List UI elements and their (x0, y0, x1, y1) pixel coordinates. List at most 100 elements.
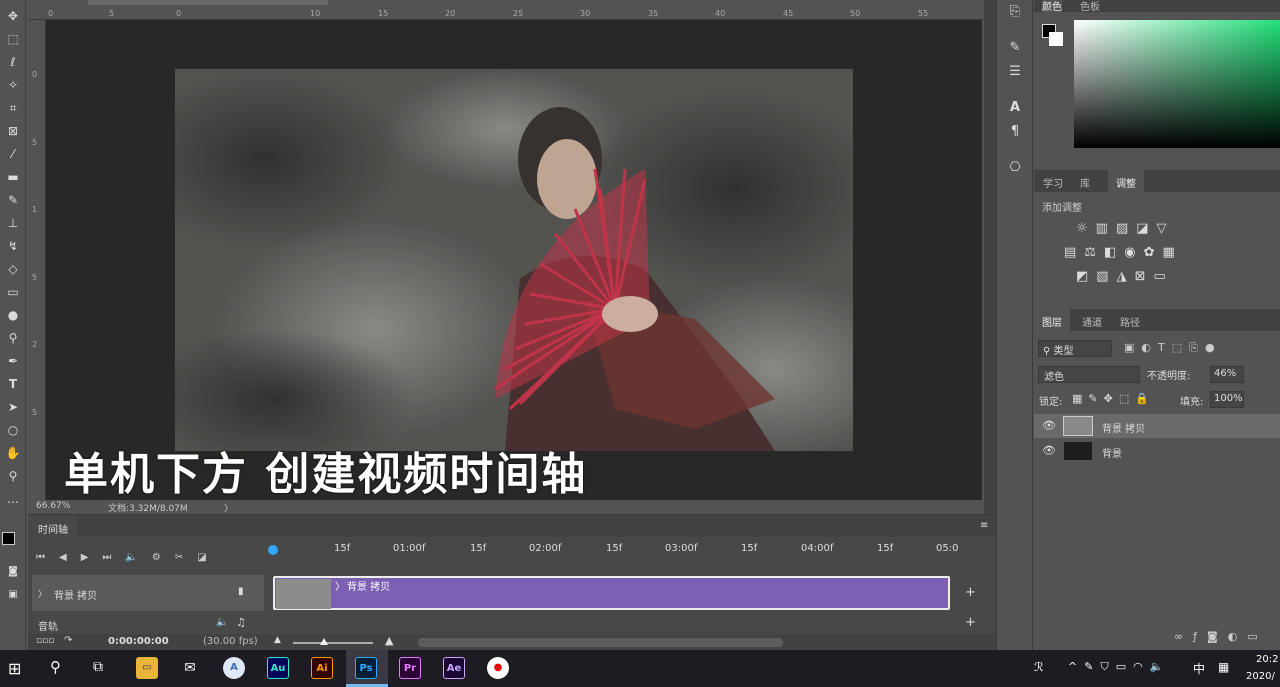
brush-settings-icon[interactable]: ✎ (1005, 40, 1025, 60)
ellipse-tool-icon[interactable]: ○ (3, 420, 23, 440)
magic-wand-tool-icon[interactable]: ✧ (3, 75, 23, 95)
add-mask-icon[interactable]: ◙ (1207, 630, 1228, 643)
video-clip[interactable]: 〉 背景 拷贝 (273, 576, 950, 610)
zoom-level[interactable]: 66.67% (36, 501, 70, 511)
color-lookup-icon[interactable]: ▦ (1163, 245, 1183, 260)
tab-channels[interactable]: 通道 (1082, 314, 1102, 329)
eyedropper-tool-icon[interactable]: ⁄ (3, 144, 23, 164)
add-audio-icon[interactable]: + (965, 615, 976, 630)
transition-icon[interactable]: ◪ (197, 552, 220, 563)
pen-tool-icon[interactable]: ✒ (3, 351, 23, 371)
lock-artboard-icon[interactable]: ⬚ (1119, 392, 1135, 405)
split-scissors-icon[interactable]: ✂ (175, 552, 197, 563)
audio-toggle-icon[interactable]: 🔈 (125, 552, 151, 563)
layer-name[interactable]: 背景 拷贝 (1102, 420, 1145, 435)
photo-filter-icon[interactable]: ◉ (1124, 245, 1143, 260)
filter-type-icon[interactable]: T (1158, 341, 1172, 354)
lock-pixels-icon[interactable]: ✎ (1088, 392, 1103, 405)
frame-tool-icon[interactable]: ⊠ (3, 121, 23, 141)
add-media-icon[interactable]: + (965, 585, 976, 600)
adjustments-sliders-icon[interactable]: ☰ (1005, 64, 1025, 84)
layer-row[interactable]: 👁 背景 (1034, 439, 1280, 463)
filter-toggle-icon[interactable]: ● (1205, 341, 1222, 354)
layer-row[interactable]: 👁 背景 拷贝 (1034, 414, 1280, 438)
color-balance-icon[interactable]: ⚖ (1084, 245, 1104, 260)
hand-tool-icon[interactable]: ✋ (3, 443, 23, 463)
battery-icon[interactable]: ▭ (1116, 660, 1133, 673)
zoom-tool-icon[interactable]: ⚲ (3, 466, 23, 486)
lock-transparent-icon[interactable]: ▦ (1072, 392, 1088, 405)
healing-brush-tool-icon[interactable]: ▬ (3, 167, 23, 187)
levels-icon[interactable]: ▥ (1096, 221, 1116, 236)
timeline-scrollbar[interactable] (418, 638, 783, 647)
illustrator-app-icon[interactable]: Ai (311, 657, 333, 679)
tab-layers[interactable]: 图层 (1034, 309, 1070, 334)
type-tool-icon[interactable]: T (3, 374, 23, 394)
track-options-icon[interactable]: ▮ (238, 586, 244, 597)
visibility-eye-icon[interactable]: 👁 (1042, 444, 1056, 457)
layer-name[interactable]: 背景 (1102, 445, 1122, 460)
play-icon[interactable]: ▶ (81, 552, 103, 563)
more-tools-icon[interactable]: … (3, 489, 23, 509)
lock-all-icon[interactable]: 🔒 (1135, 392, 1155, 405)
audio-note-icon[interactable]: ♫ (236, 616, 246, 629)
timeline-title[interactable]: 时间轴 (28, 515, 78, 542)
ime-indicator[interactable]: 中 (1193, 660, 1205, 677)
clock-date[interactable]: 2020/ (1246, 671, 1275, 682)
tray-app-icon[interactable]: ✎ (1084, 660, 1100, 673)
first-frame-icon[interactable]: ⏮ (36, 552, 59, 563)
convert-icon[interactable]: ↷ (64, 635, 72, 646)
zoom-out-icon[interactable]: ▲ (274, 635, 281, 645)
fill-input[interactable]: 100% (1210, 391, 1244, 408)
invert-icon[interactable]: ◩ (1076, 269, 1096, 284)
lasso-tool-icon[interactable]: ℓ (3, 52, 23, 72)
screen-mode-icon[interactable]: ▣ (3, 585, 23, 605)
wifi-icon[interactable]: ◠ (1133, 660, 1150, 673)
gradient-tool-icon[interactable]: ▭ (3, 282, 23, 302)
next-frame-icon[interactable]: ⏭ (102, 552, 125, 563)
zoom-in-icon[interactable]: ▲ (385, 634, 393, 647)
filter-shape-icon[interactable]: ⬚ (1172, 341, 1189, 354)
path-selection-tool-icon[interactable]: ➤ (3, 397, 23, 417)
lock-position-icon[interactable]: ✥ (1104, 392, 1119, 405)
tab-adjustments[interactable]: 调整 (1108, 170, 1144, 195)
track-header[interactable]: 〉 背景 拷贝 ▮ (32, 575, 264, 611)
file-explorer-icon[interactable]: ▭ (136, 657, 158, 679)
audition-app-icon[interactable]: Au (267, 657, 289, 679)
volume-icon[interactable]: 🔈 (1150, 660, 1171, 673)
track-expand-icon[interactable]: 〉 (38, 587, 47, 600)
security-shield-icon[interactable]: ⛉ (1100, 660, 1115, 673)
canvas-vertical-scrollbar[interactable] (984, 0, 996, 514)
timeline-menu-icon[interactable]: ≡ (980, 520, 988, 531)
frame-render-icon[interactable]: ▫▫▫ (36, 636, 54, 646)
premiere-app-icon[interactable]: Pr (399, 657, 421, 679)
paragraph-icon[interactable]: ¶ (1005, 124, 1025, 144)
dodge-tool-icon[interactable]: ⚲ (3, 328, 23, 348)
black-white-icon[interactable]: ◧ (1104, 245, 1124, 260)
tab-libraries[interactable]: 库 (1080, 175, 1090, 190)
playhead[interactable] (268, 545, 278, 555)
quick-mask-icon[interactable]: ◙ (3, 562, 23, 582)
zoom-slider-handle[interactable] (320, 638, 328, 645)
link-layers-icon[interactable]: ∞ (1174, 630, 1193, 643)
eraser-tool-icon[interactable]: ◇ (3, 259, 23, 279)
settings-gear-icon[interactable]: ⚙ (152, 552, 175, 563)
marquee-tool-icon[interactable]: ⬚ (3, 29, 23, 49)
brightness-contrast-icon[interactable]: ☼ (1076, 221, 1096, 236)
exposure-icon[interactable]: ◪ (1136, 221, 1156, 236)
channel-mixer-icon[interactable]: ✿ (1144, 245, 1163, 260)
mail-icon[interactable]: ✉ (179, 657, 201, 679)
move-tool-icon[interactable]: ✥ (3, 6, 23, 26)
status-menu-arrow[interactable]: 〉 (224, 501, 233, 514)
vibrance-icon[interactable]: ▽ (1157, 221, 1175, 236)
threshold-icon[interactable]: ◮ (1117, 269, 1135, 284)
posterize-icon[interactable]: ▧ (1096, 269, 1116, 284)
gradient-map-icon[interactable]: ▭ (1154, 269, 1174, 284)
selective-color-icon[interactable]: ⊠ (1135, 269, 1154, 284)
zoom-slider[interactable] (293, 642, 373, 644)
current-timecode[interactable]: 0:00:00:00 (108, 636, 169, 647)
foreground-color-swatch[interactable] (2, 532, 15, 545)
panel-background-swatch[interactable] (1049, 32, 1063, 46)
tray-expand-icon[interactable]: ^ (1068, 660, 1084, 673)
character-icon[interactable]: A (1005, 100, 1025, 120)
